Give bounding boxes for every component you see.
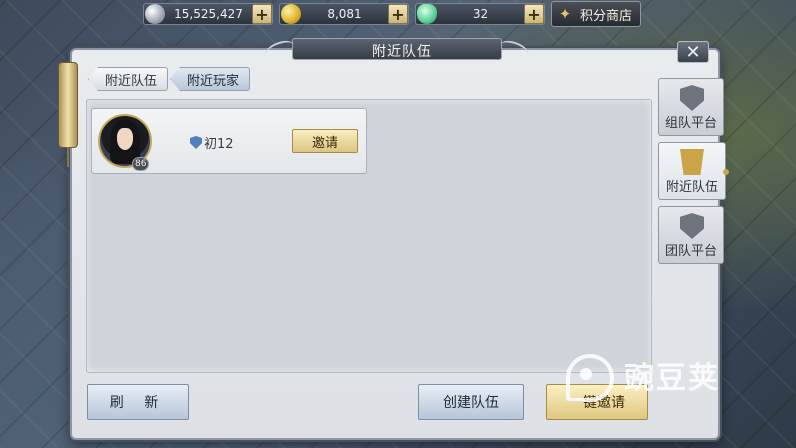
rank-info: 初12 [190,133,234,152]
shield-icon [680,213,704,239]
player-card: 86 初12 邀请 [91,108,367,174]
side-tab-team-platform[interactable]: 组队平台 [658,78,724,136]
player-list[interactable]: 86 初12 邀请 [86,99,652,373]
avatar-face [117,128,133,150]
close-button[interactable]: ✕ [677,41,709,63]
side-tab-label: 组队平台 [664,116,717,131]
side-tab-bar: 组队平台 附近队伍 团队平台 [658,78,729,270]
level-badge: 86 [132,157,150,171]
flag-icon [680,149,704,175]
dialog-title: 附近队伍 [372,44,432,60]
refresh-button[interactable]: 刷 新 [87,384,189,420]
tab-nearby-teams[interactable]: 附近队伍 [88,67,169,91]
silver-coin-icon [145,4,165,24]
tab-bar: 附近队伍 附近玩家 [88,67,251,91]
rank-label: 初12 [204,137,234,152]
gold-amount: 8,081 [327,7,362,21]
invite-all-button[interactable]: 一键邀请 [546,384,648,420]
invite-button[interactable]: 邀请 [292,129,358,153]
ingot-currency: 32 + [415,3,545,25]
silver-currency: 15,525,427 + [143,3,273,25]
ingot-amount: 32 [472,7,489,21]
create-team-button[interactable]: 创建队伍 [418,384,524,420]
side-tab-label: 团队平台 [664,244,717,259]
shop-icon: ✦ [558,5,572,23]
shield-icon [680,85,704,111]
points-shop-button[interactable]: ✦ 积分商店 [551,1,642,27]
add-ingot-button[interactable]: + [524,4,544,24]
lantern-decoration [58,62,78,167]
side-tab-label: 附近队伍 [665,180,718,195]
close-icon: ✕ [685,41,701,63]
rank-shield-icon [190,136,202,149]
side-tab-nearby-teams[interactable]: 附近队伍 [658,142,729,200]
active-indicator [723,169,729,175]
tab-nearby-players[interactable]: 附近玩家 [170,67,251,91]
title-wrap: 附近队伍 [362,41,442,61]
add-gold-button[interactable]: + [388,4,408,24]
points-shop-label: 积分商店 [580,8,633,24]
silver-amount: 15,525,427 [174,7,243,21]
side-tab-group-platform[interactable]: 团队平台 [658,206,724,264]
ingot-icon [417,4,437,24]
gold-coin-icon [281,4,301,24]
add-silver-button[interactable]: + [252,4,272,24]
gold-currency: 8,081 + [279,3,409,25]
currency-bar: 15,525,427 + 8,081 + 32 + ✦ 积分商店 [143,1,642,27]
